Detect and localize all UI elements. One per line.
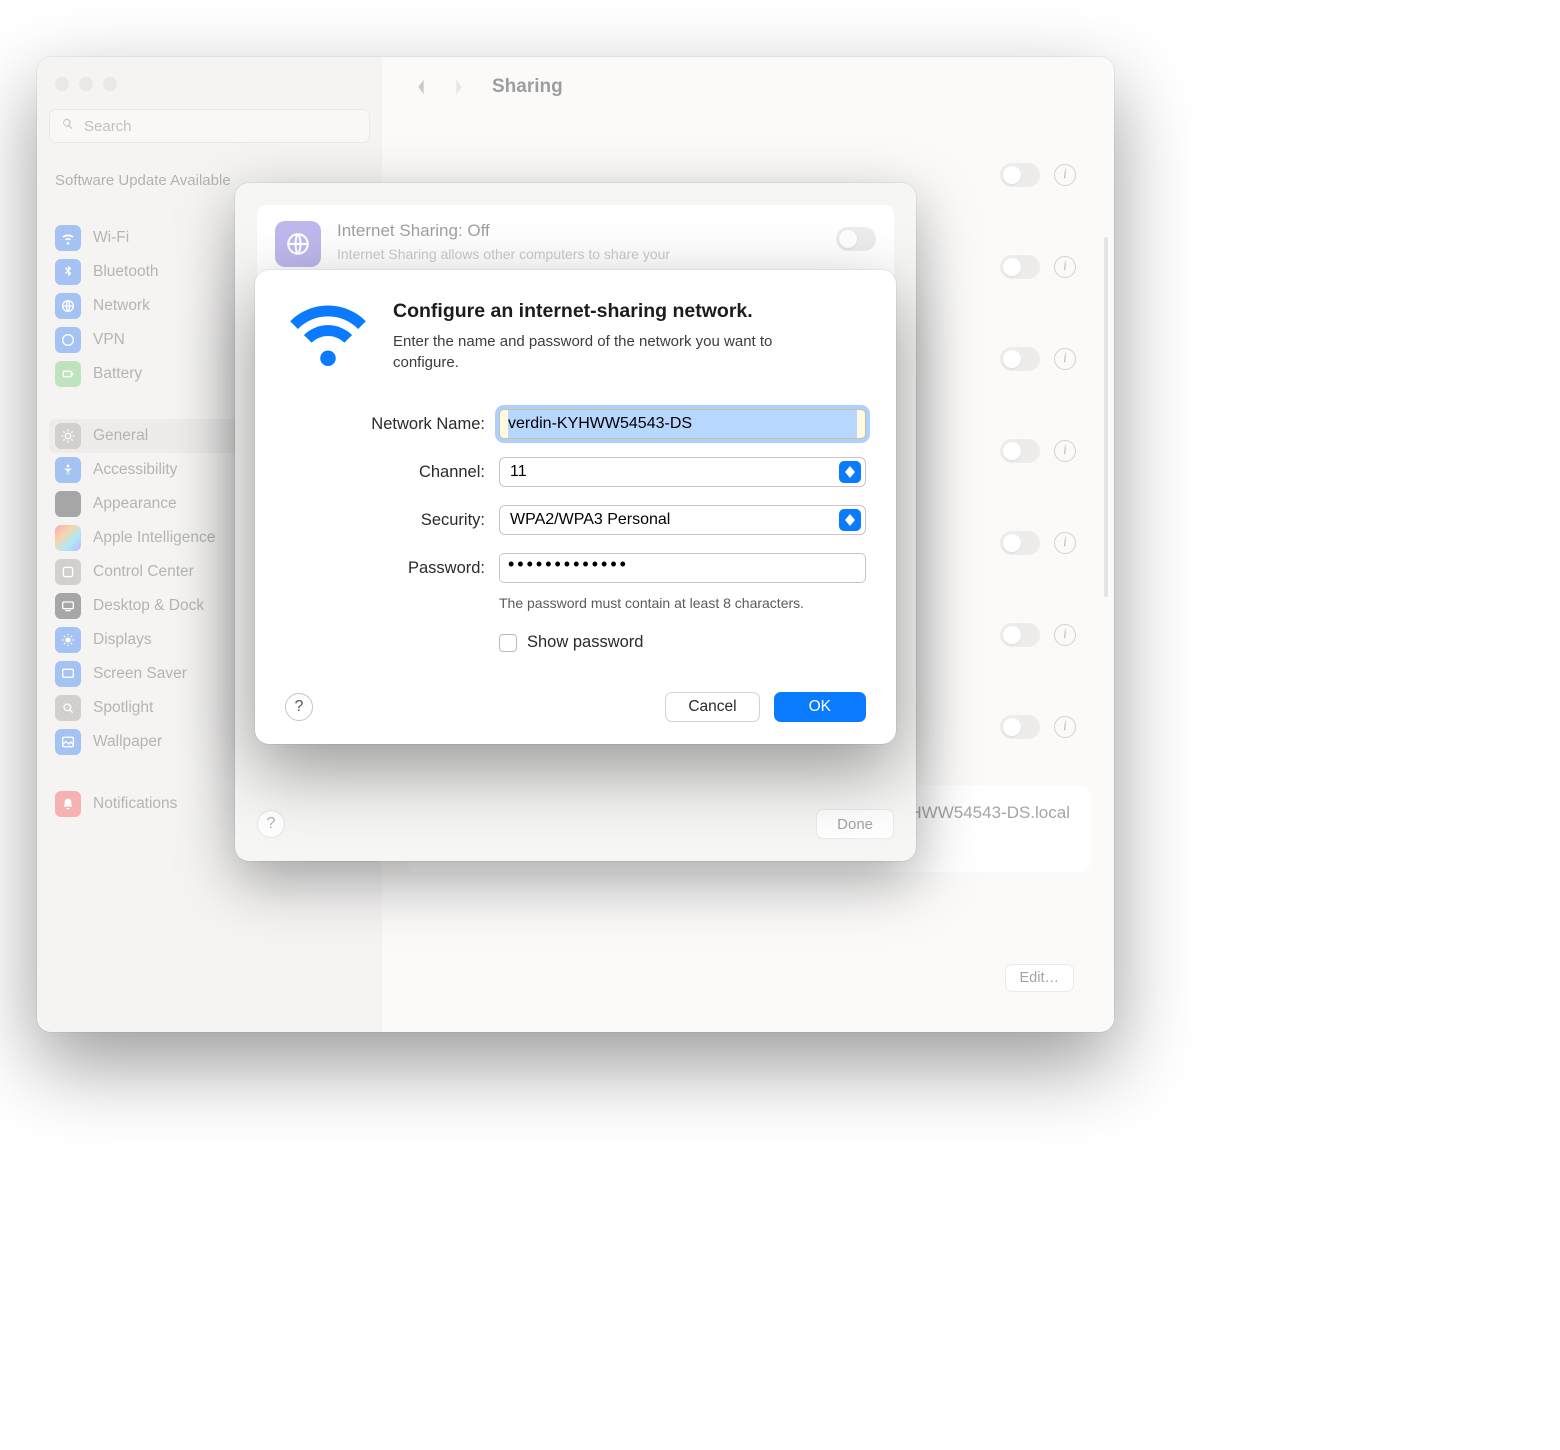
sidebar-label: Notifications xyxy=(93,795,177,813)
password-hint: The password must contain at least 8 cha… xyxy=(499,595,866,611)
sidebar-label: Wallpaper xyxy=(93,733,162,751)
sidebar-label: Apple Intelligence xyxy=(93,529,215,547)
search-input[interactable] xyxy=(84,118,359,135)
network-name-input[interactable] xyxy=(508,410,857,438)
info-icon[interactable]: i xyxy=(1054,164,1076,186)
password-field[interactable]: ••••••••••••• xyxy=(499,553,866,583)
info-icon[interactable]: i xyxy=(1054,532,1076,554)
ok-button[interactable]: OK xyxy=(774,692,866,722)
sidebar-label: Network xyxy=(93,297,150,315)
close-window-button[interactable] xyxy=(55,77,69,91)
minimize-window-button[interactable] xyxy=(79,77,93,91)
sidebar-label: Battery xyxy=(93,365,142,383)
dialog-form: Network Name: Channel: 11 Security: WPA2… xyxy=(285,409,866,652)
titlebar: Sharing xyxy=(382,57,1114,117)
done-button[interactable]: Done xyxy=(816,809,894,839)
password-label: Password: xyxy=(285,559,485,578)
sidebar-label: General xyxy=(93,427,148,445)
toggle[interactable] xyxy=(1000,439,1040,463)
security-value: WPA2/WPA3 Personal xyxy=(510,511,670,529)
network-name-label: Network Name: xyxy=(285,415,485,434)
cancel-button[interactable]: Cancel xyxy=(665,692,759,722)
search-field[interactable] xyxy=(49,109,370,143)
toggle[interactable] xyxy=(1000,531,1040,555)
sidebar-label: Bluetooth xyxy=(93,263,159,281)
nav-forward-button[interactable] xyxy=(444,72,474,102)
toggle[interactable] xyxy=(1000,623,1040,647)
security-label: Security: xyxy=(285,511,485,530)
edit-hostname-button[interactable]: Edit… xyxy=(1005,964,1075,992)
sidebar-label: Appearance xyxy=(93,495,177,513)
dialog-help-button[interactable]: ? xyxy=(285,693,313,721)
dialog-subtitle: Enter the name and password of the netwo… xyxy=(393,331,823,373)
page-title: Sharing xyxy=(492,76,563,98)
toggle[interactable] xyxy=(1000,255,1040,279)
chevron-up-down-icon xyxy=(839,461,861,483)
info-icon[interactable]: i xyxy=(1054,440,1076,462)
sidebar-label: Wi-Fi xyxy=(93,229,129,247)
internet-sharing-toggle[interactable] xyxy=(836,227,876,251)
dialog-title: Configure an internet-sharing network. xyxy=(393,300,823,323)
channel-label: Channel: xyxy=(285,463,485,482)
info-icon[interactable]: i xyxy=(1054,256,1076,278)
network-name-field[interactable] xyxy=(499,409,866,439)
chevron-up-down-icon xyxy=(839,509,861,531)
sidebar-label: Spotlight xyxy=(93,699,153,717)
password-value: ••••••••••••• xyxy=(508,554,629,574)
internet-sharing-desc: Internet Sharing allows other computers … xyxy=(337,245,737,264)
info-icon[interactable]: i xyxy=(1054,624,1076,646)
security-select[interactable]: WPA2/WPA3 Personal xyxy=(499,505,866,535)
toggle[interactable] xyxy=(1000,347,1040,371)
show-password-label: Show password xyxy=(527,633,643,652)
sidebar-label: Accessibility xyxy=(93,461,177,479)
sidebar-label: Control Center xyxy=(93,563,194,581)
search-icon xyxy=(60,116,84,137)
nav-back-button[interactable] xyxy=(406,72,436,102)
zoom-window-button[interactable] xyxy=(103,77,117,91)
info-icon[interactable]: i xyxy=(1054,348,1076,370)
configure-network-dialog: Configure an internet-sharing network. E… xyxy=(255,270,896,744)
wifi-icon xyxy=(285,300,371,375)
sidebar-label: VPN xyxy=(93,331,125,349)
window-controls xyxy=(49,71,370,109)
show-password-checkbox[interactable] xyxy=(499,634,517,652)
help-button[interactable]: ? xyxy=(257,810,285,838)
globe-icon xyxy=(275,221,321,267)
sidebar-label: Desktop & Dock xyxy=(93,597,204,615)
info-icon[interactable]: i xyxy=(1054,716,1076,738)
sidebar-label: Screen Saver xyxy=(93,665,187,683)
toggle[interactable] xyxy=(1000,163,1040,187)
show-password-row[interactable]: Show password xyxy=(499,633,866,652)
internet-sharing-title: Internet Sharing: Off xyxy=(337,221,820,241)
channel-select[interactable]: 11 xyxy=(499,457,866,487)
channel-value: 11 xyxy=(510,463,527,481)
sidebar-label: Displays xyxy=(93,631,152,649)
toggle[interactable] xyxy=(1000,715,1040,739)
